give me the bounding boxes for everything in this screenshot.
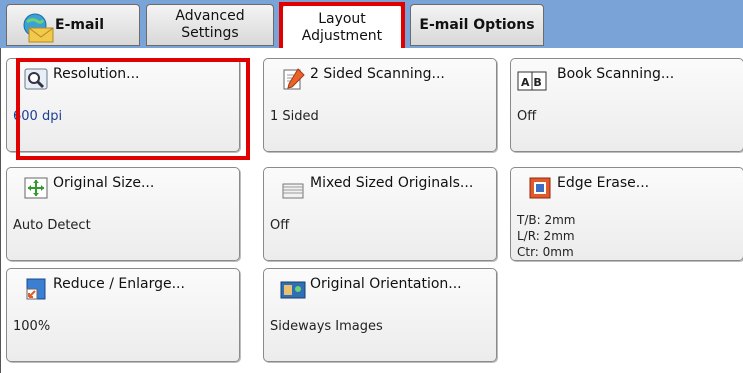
original-orientation-title: Original Orientation... <box>310 276 462 292</box>
reduce-enlarge-value: 100% <box>13 319 51 334</box>
mixed-sized-originals-title: Mixed Sized Originals... <box>310 175 474 191</box>
reduce-enlarge-button[interactable]: Reduce / Enlarge... 100% <box>6 268 240 362</box>
resolution-value: 600 dpi <box>13 109 63 124</box>
tab-email[interactable]: E-mail <box>6 4 140 46</box>
size-arrows-icon <box>24 177 48 199</box>
original-size-title: Original Size... <box>53 175 155 191</box>
tab-email-options[interactable]: E-mail Options <box>410 4 544 46</box>
mixed-sized-originals-button[interactable]: Mixed Sized Originals... Off <box>263 167 497 261</box>
book-icon-label: A B <box>521 76 542 89</box>
tab-layout-adjustment-label: Layout Adjustment <box>301 10 383 44</box>
resolution-button[interactable]: Resolution... 600 dpi <box>6 58 240 152</box>
tab-layout-adjustment[interactable]: Layout Adjustment <box>282 4 402 50</box>
reduce-enlarge-title: Reduce / Enlarge... <box>53 276 185 292</box>
original-size-button[interactable]: Original Size... Auto Detect <box>6 167 240 261</box>
magnifier-resolution-icon <box>24 68 48 90</box>
original-size-value: Auto Detect <box>13 218 91 233</box>
edge-erase-title: Edge Erase... <box>557 175 650 191</box>
stacked-pages-icon <box>282 183 304 199</box>
tab-email-options-label: E-mail Options <box>419 16 535 33</box>
book-scanning-button[interactable]: A B Book Scanning... Off <box>510 58 743 152</box>
tab-advanced-settings[interactable]: Advanced Settings <box>146 4 274 46</box>
edge-erase-tb: T/B: 2mm <box>517 213 576 227</box>
book-scanning-value: Off <box>517 109 537 124</box>
mixed-sized-originals-value: Off <box>270 218 290 233</box>
two-sided-scanning-title: 2 Sided Scanning... <box>310 66 445 82</box>
copy-scan-screen: E-mail Advanced Settings Layout Adjustment… <box>0 0 743 373</box>
resolution-title: Resolution... <box>53 66 140 82</box>
edge-erase-button[interactable]: Edge Erase... T/B: 2mm L/R: 2mm Ctr: 0mm <box>510 167 743 261</box>
book-scanning-title: Book Scanning... <box>557 66 675 82</box>
original-orientation-button[interactable]: Original Orientation... Sideways Images <box>263 268 497 362</box>
two-sided-scanning-value: 1 Sided <box>270 109 319 124</box>
original-orientation-value: Sideways Images <box>270 319 383 334</box>
two-sided-page-icon <box>283 68 305 90</box>
edge-erase-ctr: Ctr: 0mm <box>517 245 574 259</box>
landscape-image-icon <box>280 281 306 299</box>
open-book-icon: A B <box>517 71 547 91</box>
two-sided-scanning-button[interactable]: 2 Sided Scanning... 1 Sided <box>263 58 497 152</box>
tab-bar: E-mail Advanced Settings Layout Adjustment… <box>0 0 743 50</box>
edge-erase-icon <box>529 177 551 199</box>
tab-advanced-settings-label: Advanced Settings <box>175 8 245 41</box>
edge-erase-lr: L/R: 2mm <box>517 229 575 243</box>
reduce-enlarge-icon <box>26 278 46 300</box>
tab-email-label: E-mail <box>55 16 105 33</box>
email-globe-envelope-icon <box>23 13 54 43</box>
edge-erase-value: T/B: 2mm L/R: 2mm Ctr: 0mm <box>517 212 575 260</box>
